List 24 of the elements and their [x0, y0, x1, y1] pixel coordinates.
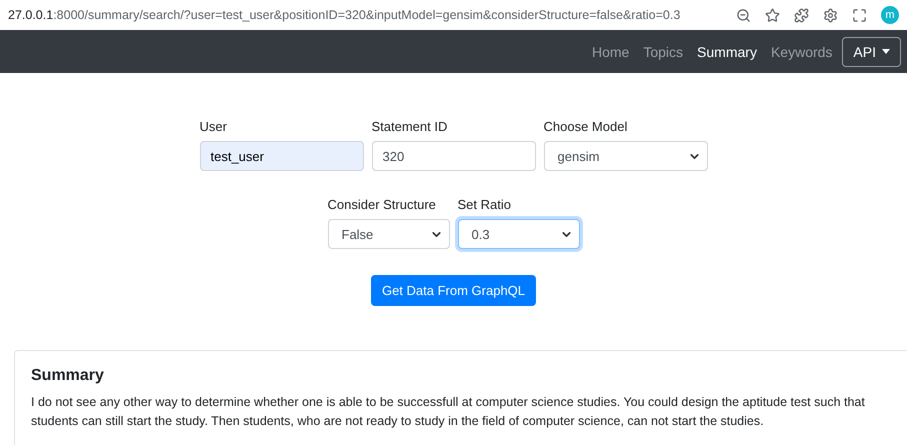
- star-icon[interactable]: [765, 8, 780, 22]
- nav-link[interactable]: Home: [586, 44, 636, 60]
- select-field[interactable]: gensim: [544, 141, 708, 171]
- field-label: Consider Structure: [328, 197, 437, 212]
- summary-text: I do not see any other way to determine whether one is able to be successfull at computer science studies. You could design the aptitude test such that students can still start the study. Then students, who are not ready to study in the field of computer science, can not start the studies.: [31, 394, 866, 430]
- field-label: User: [200, 119, 228, 134]
- gear-icon[interactable]: [823, 8, 838, 22]
- field-label: Statement ID: [372, 119, 448, 134]
- field-label: Set Ratio: [458, 197, 512, 212]
- input-field[interactable]: 320: [372, 141, 536, 171]
- nav-link[interactable]: Keywords: [764, 44, 838, 60]
- api-dropdown[interactable]: API: [842, 36, 901, 66]
- summary-title: Summary: [31, 367, 105, 385]
- field-label: Choose Model: [544, 119, 628, 134]
- input-field[interactable]: test_user: [200, 141, 364, 171]
- select-field[interactable]: False: [328, 219, 450, 249]
- submit-button[interactable]: Get Data From GraphQL: [370, 275, 536, 306]
- url-text[interactable]: 27.0.0.1:8000/summary/search/?user=test_user&positionID=320&inputModel=gensim&considerStructure=false&ratio=0.3: [8, 8, 736, 22]
- nav-link[interactable]: Summary: [691, 44, 763, 60]
- screen-icon[interactable]: [852, 8, 867, 22]
- zoom-out-icon[interactable]: [736, 8, 751, 22]
- nav-link[interactable]: Topics: [637, 44, 690, 60]
- extension-icon[interactable]: [794, 8, 809, 22]
- select-field[interactable]: 0.3: [458, 219, 580, 249]
